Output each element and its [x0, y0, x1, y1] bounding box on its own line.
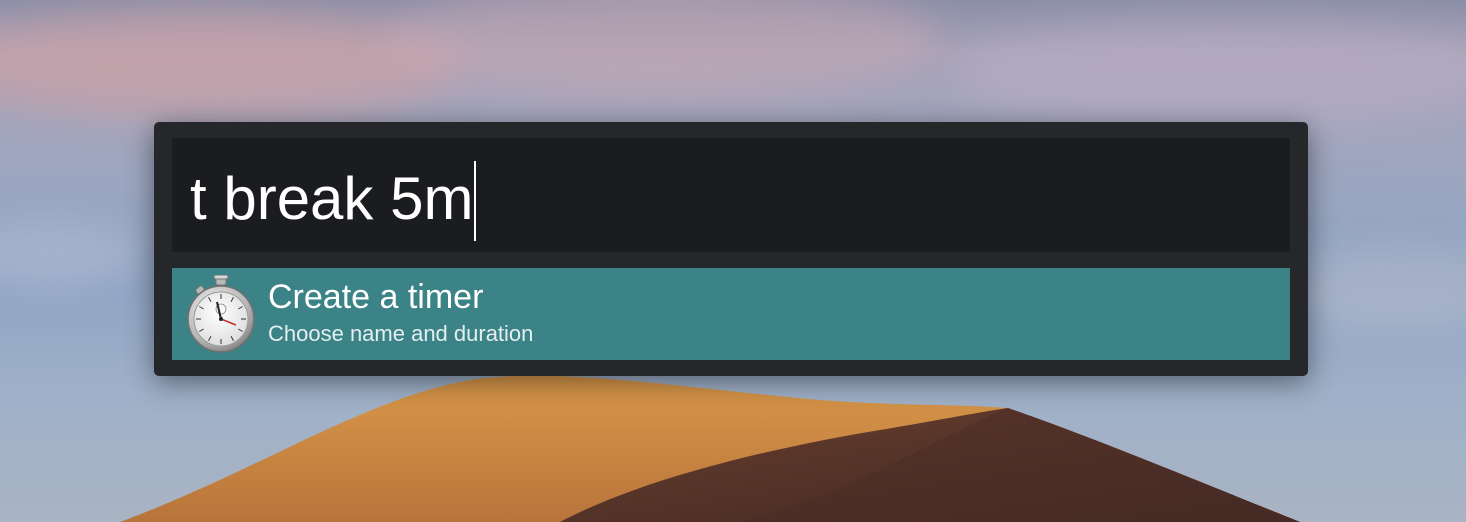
result-subtitle: Choose name and duration	[268, 321, 534, 346]
stopwatch-icon	[187, 275, 255, 353]
query-text: t break 5m	[190, 165, 474, 232]
result-item-create-timer[interactable]: Create a timer Choose name and duration	[172, 268, 1290, 360]
query-input[interactable]: t break 5m	[190, 161, 477, 241]
query-box[interactable]: t break 5m	[172, 138, 1290, 252]
desktop-wallpaper: t break 5m Create a timer Choose name an…	[0, 0, 1466, 522]
text-caret	[474, 161, 477, 241]
launcher-window: t break 5m Create a timer Choose name an…	[154, 122, 1308, 376]
result-title: Create a timer	[268, 278, 484, 316]
